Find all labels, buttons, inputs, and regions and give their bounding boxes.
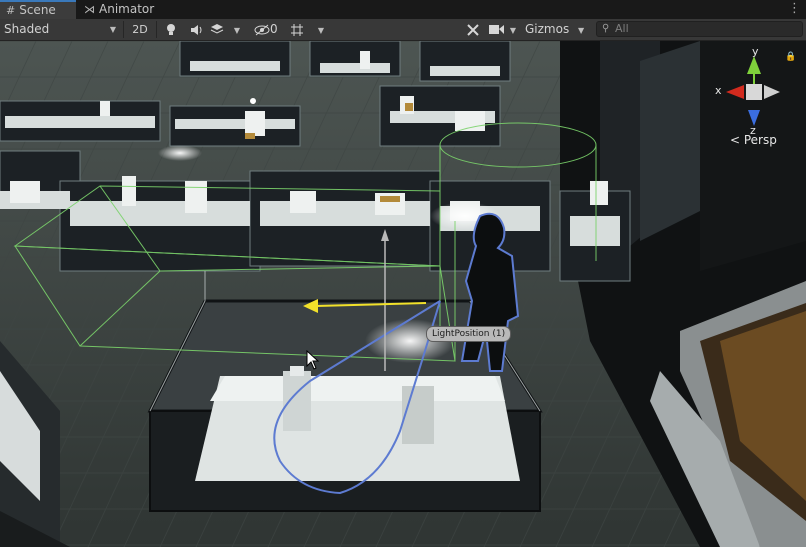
- effects-dropdown[interactable]: ▼: [210, 19, 246, 40]
- search-icon: ⚲: [602, 23, 610, 34]
- audio-toggle-button[interactable]: [186, 19, 206, 40]
- camera-dropdown[interactable]: ▼: [489, 19, 521, 40]
- toolbar-divider: [123, 21, 124, 38]
- chevron-down-icon: ▼: [109, 25, 116, 34]
- grid-dropdown[interactable]: ▼: [290, 19, 328, 40]
- tab-scene-label: Scene: [19, 3, 56, 17]
- hidden-objects-count: 0: [270, 22, 278, 36]
- x-axis-label: x: [715, 84, 722, 97]
- projection-toggle[interactable]: < Persp: [730, 133, 777, 147]
- chevron-down-icon: ▼: [509, 26, 516, 35]
- lock-icon[interactable]: 🔒: [785, 52, 796, 62]
- selected-object-label[interactable]: LightPosition (1): [426, 326, 512, 342]
- camera-icon: [489, 25, 504, 34]
- scene-render: [0, 41, 806, 547]
- scene-grid-icon: #: [6, 4, 16, 17]
- 2d-toggle-button[interactable]: 2D: [128, 19, 152, 40]
- gizmos-label: Gizmos: [525, 22, 570, 36]
- x-axis-cone[interactable]: [726, 85, 744, 99]
- lighting-toggle-icon: [167, 23, 175, 35]
- mouse-cursor-icon: [306, 350, 320, 370]
- tab-options-menu[interactable]: ⋮: [788, 1, 801, 16]
- shading-mode-dropdown[interactable]: Shaded ▼: [4, 19, 120, 40]
- neg-x-axis-cone[interactable]: [764, 85, 780, 99]
- effects-icon: [210, 23, 224, 34]
- scene-search-field[interactable]: ⚲ All: [596, 21, 803, 37]
- tools-button[interactable]: [462, 19, 484, 40]
- hidden-objects-toggle[interactable]: 0: [254, 19, 286, 40]
- tools-icon: [467, 23, 479, 36]
- lighting-toggle-button[interactable]: [161, 19, 181, 40]
- tab-scene[interactable]: # Scene: [0, 0, 76, 19]
- y-axis-label: y: [752, 45, 759, 58]
- scene-toolbar: Shaded ▼ 2D ▼ 0 ▼ ▼ Gizmos ▼ ⚲ All: [0, 19, 806, 41]
- window-tab-bar: # Scene ⋊ Animator ⋮: [0, 0, 806, 20]
- search-placeholder: All: [615, 22, 629, 35]
- hidden-objects-icon: [254, 24, 270, 35]
- chevron-down-icon: ▼: [317, 26, 324, 35]
- grid-icon: [291, 23, 303, 36]
- toolbar-divider: [156, 21, 157, 38]
- scene-viewport[interactable]: LightPosition (1): [0, 41, 806, 547]
- audio-toggle-icon: [190, 24, 201, 35]
- y-axis-cone[interactable]: [747, 56, 761, 74]
- tab-animator-label: Animator: [99, 2, 155, 16]
- shading-mode-label: Shaded: [4, 22, 50, 36]
- chevron-down-icon: ▼: [233, 26, 240, 35]
- gizmos-dropdown[interactable]: Gizmos ▼: [525, 19, 591, 40]
- center-cube[interactable]: [746, 84, 762, 100]
- chevron-down-icon: ▼: [578, 26, 585, 35]
- tab-animator[interactable]: ⋊ Animator: [78, 0, 164, 19]
- animator-icon: ⋊: [84, 3, 95, 16]
